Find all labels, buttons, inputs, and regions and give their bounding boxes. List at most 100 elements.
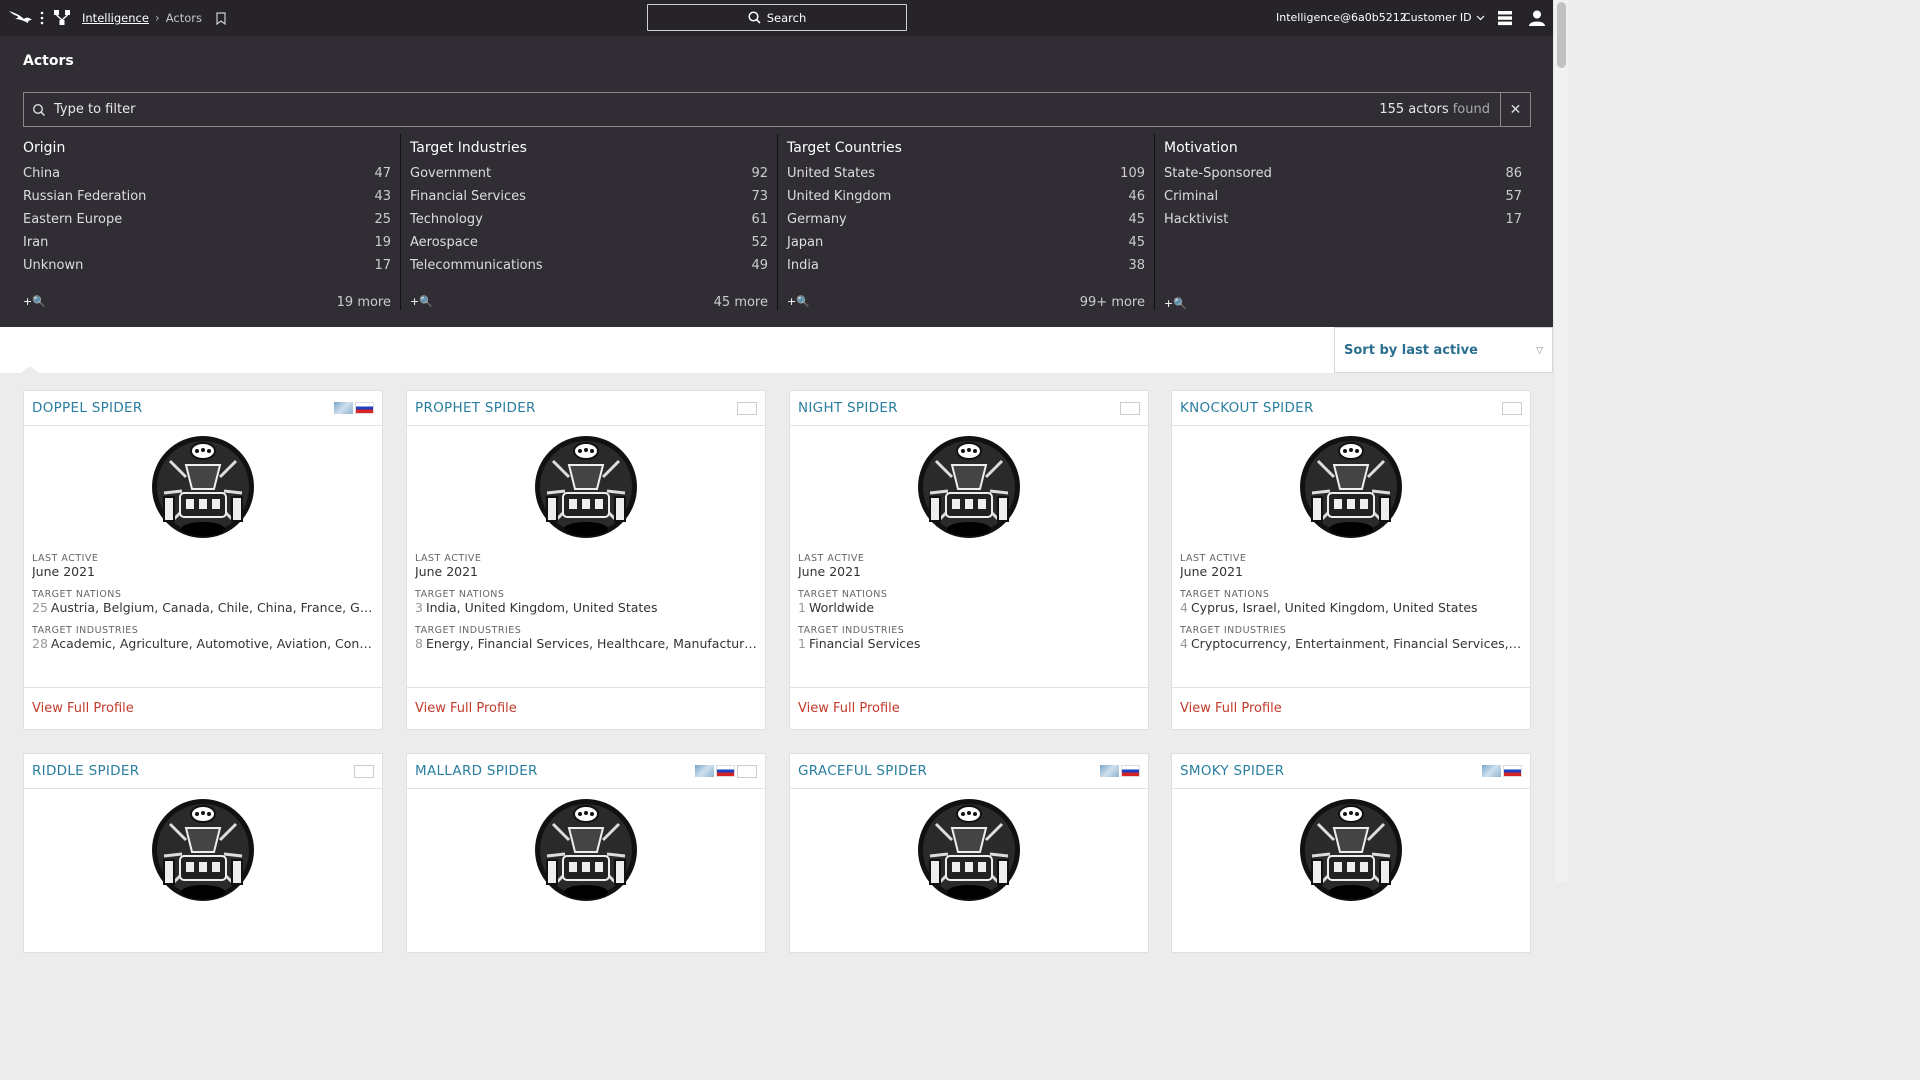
target-industries-label: TARGET INDUSTRIES	[798, 625, 905, 636]
facet-column: Target Countries United States 109 Unite…	[777, 134, 1154, 310]
breadcrumb-current: Actors	[165, 11, 202, 25]
add-search-icon[interactable]: +🔍	[410, 295, 433, 310]
facet-option-label: Government	[410, 166, 492, 181]
flag-placeholder-icon	[1120, 401, 1140, 415]
flag-commonwealth-icon	[1482, 765, 1501, 777]
facet-option[interactable]: Iran 19	[23, 235, 391, 258]
flag-placeholder-icon	[737, 764, 757, 778]
flag-russia-icon	[1503, 765, 1522, 777]
facet-option[interactable]: United States 109	[787, 166, 1145, 189]
top-bar: Intelligence › Actors Search Intelligenc…	[0, 0, 1553, 36]
actor-name-link[interactable]: RIDDLE SPIDER	[32, 763, 139, 779]
facet-more-link[interactable]: 45 more	[714, 295, 768, 310]
facet-option[interactable]: United Kingdom 46	[787, 189, 1145, 212]
target-nations-value: 4 Cyprus, Israel, United Kingdom, United …	[1180, 600, 1478, 615]
actor-filter-input[interactable]: Type to filter 155 actors found ✕	[23, 92, 1531, 127]
target-nations-label: TARGET NATIONS	[32, 589, 122, 600]
actor-avatar	[1300, 799, 1402, 901]
facet-option[interactable]: Aerospace 52	[410, 235, 768, 258]
facet-option[interactable]: Hacktivist 17	[1164, 212, 1522, 235]
target-industries-value: 4 Cryptocurrency, Entertainment, Financia…	[1180, 636, 1522, 651]
facet-option-count: 45	[1128, 235, 1145, 250]
page-scrollbar[interactable]	[1553, 0, 1568, 882]
facet-option-label: United Kingdom	[787, 189, 892, 204]
chevron-down-icon	[1476, 15, 1485, 20]
facet-option-count: 46	[1128, 189, 1145, 204]
actor-avatar	[1300, 436, 1402, 538]
facet-more-link[interactable]: 99+ more	[1080, 295, 1145, 310]
add-search-icon[interactable]: +🔍	[1164, 297, 1187, 310]
user-profile-icon[interactable]	[1528, 9, 1546, 27]
falcon-logo-icon[interactable]	[8, 8, 34, 28]
actor-avatar	[535, 436, 637, 538]
sort-dropdown[interactable]: Sort by last active ▽	[1334, 327, 1553, 373]
actor-card-header: RIDDLE SPIDER	[24, 754, 382, 789]
global-search-button[interactable]: Search	[647, 4, 907, 31]
actor-name-link[interactable]: DOPPEL SPIDER	[32, 400, 143, 416]
add-search-icon[interactable]: +🔍	[23, 295, 46, 310]
panel-pointer	[21, 366, 39, 373]
flag-commonwealth-icon	[695, 764, 714, 777]
facet-option[interactable]: India 38	[787, 258, 1145, 281]
menu-dots-icon[interactable]	[38, 9, 46, 27]
actor-name-link[interactable]: NIGHT SPIDER	[798, 400, 898, 416]
facet-option[interactable]: China 47	[23, 166, 391, 189]
origin-flags	[334, 402, 374, 414]
facet-footer: +🔍 45 more	[410, 295, 768, 310]
actor-avatar	[918, 436, 1020, 538]
actor-card: PROPHET SPIDER LAST ACTIVE June 2021 TAR…	[406, 390, 766, 730]
bookmark-icon[interactable]	[216, 11, 226, 25]
facet-option[interactable]: Russian Federation 43	[23, 189, 391, 212]
facet-footer: +🔍 19 more	[23, 295, 391, 310]
clear-filter-button[interactable]: ✕	[1500, 93, 1530, 126]
flag-commonwealth-icon	[1100, 765, 1119, 777]
actor-name-link[interactable]: GRACEFUL SPIDER	[798, 763, 927, 779]
facet-option-label: Technology	[410, 212, 483, 227]
breadcrumb-separator: ›	[154, 11, 160, 25]
facet-option[interactable]: Eastern Europe 25	[23, 212, 391, 235]
actor-name-link[interactable]: MALLARD SPIDER	[415, 763, 538, 779]
facet-column: Origin China 47 Russian Federation 43 Ea…	[23, 134, 400, 310]
facet-option-count: 25	[374, 212, 391, 227]
facet-title: Origin	[23, 140, 66, 156]
actor-name-link[interactable]: KNOCKOUT SPIDER	[1180, 400, 1314, 416]
view-full-profile-link[interactable]: View Full Profile	[415, 701, 517, 716]
facet-option[interactable]: Government 92	[410, 166, 768, 189]
actor-meta: LAST ACTIVE June 2021 TARGET NATIONS 1 Wo…	[790, 553, 1148, 651]
filter-placeholder: Type to filter	[54, 102, 136, 117]
customer-id-dropdown[interactable]: Customer ID	[1403, 11, 1485, 24]
actor-meta: LAST ACTIVE June 2021 TARGET NATIONS 3 In…	[407, 553, 765, 651]
view-full-profile-link[interactable]: View Full Profile	[798, 701, 900, 716]
facet-option-count: 57	[1505, 189, 1522, 204]
target-nations-value: 1 Worldwide	[798, 600, 875, 615]
facet-option[interactable]: State-Sponsored 86	[1164, 166, 1522, 189]
facet-option-label: Telecommunications	[410, 258, 543, 273]
scrollbar-thumb[interactable]	[1557, 2, 1566, 68]
page-title: Actors	[23, 53, 74, 69]
actor-name-link[interactable]: PROPHET SPIDER	[415, 400, 536, 416]
view-full-profile-link[interactable]: View Full Profile	[1180, 701, 1282, 716]
target-industries-value: 1 Financial Services	[798, 636, 921, 651]
actor-card: MALLARD SPIDER	[406, 753, 766, 953]
view-full-profile-link[interactable]: View Full Profile	[32, 701, 134, 716]
facet-option-label: Criminal	[1164, 189, 1219, 204]
add-search-icon[interactable]: +🔍	[787, 295, 810, 310]
notifications-stack-icon[interactable]	[1496, 9, 1514, 27]
facet-option[interactable]: Criminal 57	[1164, 189, 1522, 212]
facet-option[interactable]: Financial Services 73	[410, 189, 768, 212]
actor-card: DOPPEL SPIDER LAST ACTIVE June 2021 TARG…	[23, 390, 383, 730]
target-industries-label: TARGET INDUSTRIES	[1180, 625, 1287, 636]
actor-name-link[interactable]: SMOKY SPIDER	[1180, 763, 1284, 779]
intelligence-app-icon[interactable]	[53, 9, 71, 27]
breadcrumb-intelligence-link[interactable]: Intelligence	[82, 11, 149, 25]
facet-option[interactable]: Unknown 17	[23, 258, 391, 281]
facet-option[interactable]: Japan 45	[787, 235, 1145, 258]
facet-more-link[interactable]: 19 more	[337, 295, 391, 310]
actor-card: RIDDLE SPIDER	[23, 753, 383, 953]
facet-option[interactable]: Telecommunications 49	[410, 258, 768, 281]
user-account[interactable]: Intelligence@6a0b5212	[1276, 11, 1407, 24]
flag-placeholder-icon	[354, 764, 374, 778]
facet-option[interactable]: Germany 45	[787, 212, 1145, 235]
facet-option[interactable]: Technology 61	[410, 212, 768, 235]
actor-card-header: PROPHET SPIDER	[407, 391, 765, 426]
